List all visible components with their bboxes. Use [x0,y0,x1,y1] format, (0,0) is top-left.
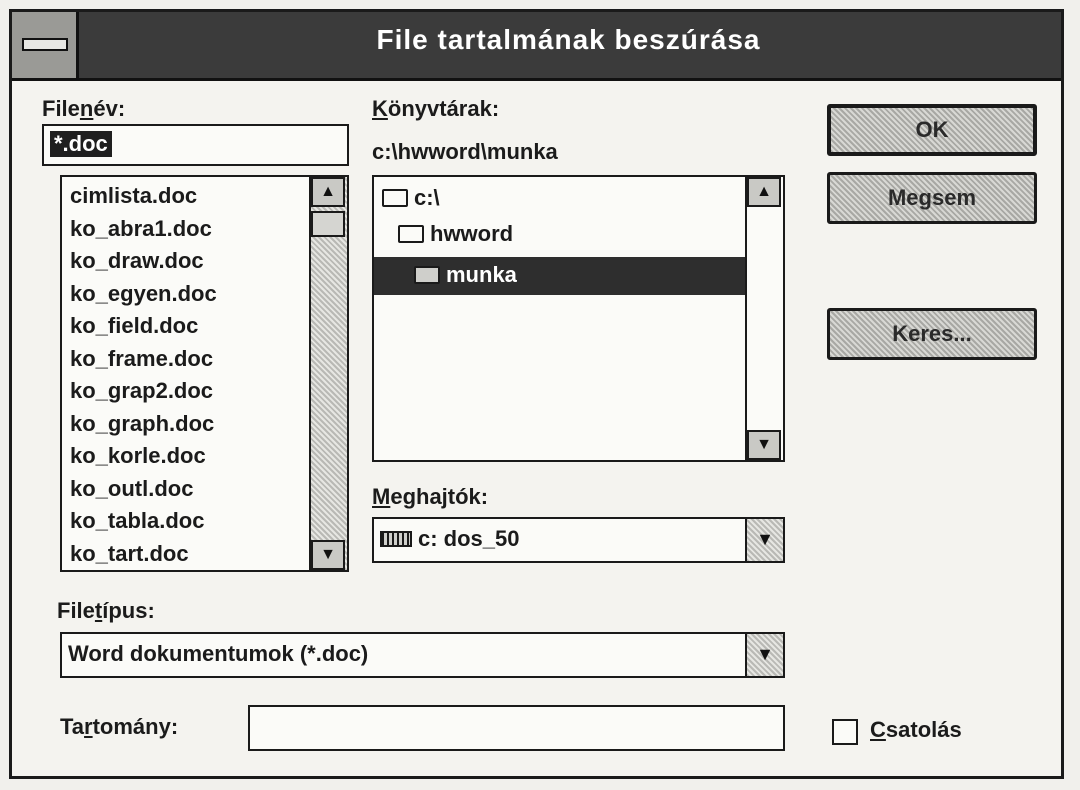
link-label: Csatolás [870,717,962,742]
scroll-up-arrow-icon[interactable]: ▲ [311,177,345,207]
dropdown-arrow-icon[interactable]: ▼ [745,634,783,676]
file-list-item[interactable]: ko_field.doc [70,313,198,339]
file-list-item[interactable]: cimlista.doc [70,183,197,209]
filetype-value: Word dokumentumok (*.doc) [68,641,369,666]
system-menu-icon[interactable] [12,12,79,78]
scroll-down-arrow-icon[interactable]: ▼ [311,540,345,570]
directories-label: Könyvtárak: [372,96,500,121]
directory-item-root[interactable]: c:\ [382,185,440,211]
directory-item-munka[interactable]: munka [374,257,747,295]
directory-list-scrollbar[interactable]: ▲ ▼ [745,177,783,460]
filename-input-value: *.doc [50,131,112,157]
title-bar[interactable]: File tartalmának beszúrása [12,12,1061,81]
directory-list[interactable]: c:\ hwword munka ▲ ▼ [372,175,785,462]
filetype-dropdown[interactable]: Word dokumentumok (*.doc) ▼ [60,632,785,678]
open-folder-icon [382,189,408,207]
dialog-title: File tartalmának beszúrása [376,24,761,55]
filename-label: Filenév: [42,96,126,121]
file-list-item[interactable]: ko_korle.doc [70,443,206,469]
open-folder-icon [414,266,440,284]
file-list-item[interactable]: ko_graph.doc [70,411,214,437]
file-list-item[interactable]: ko_grap2.doc [70,378,213,404]
filename-input[interactable]: *.doc [42,124,349,166]
file-list-item[interactable]: ko_outl.doc [70,476,193,502]
range-input[interactable] [248,705,785,751]
directory-item-hwword[interactable]: hwword [398,221,513,247]
file-list-item[interactable]: ko_frame.doc [70,346,213,372]
scroll-thumb[interactable] [311,211,345,237]
file-list-item[interactable]: ko_draw.doc [70,248,204,274]
drives-label: Meghajtók: [372,484,489,509]
link-checkbox[interactable] [832,719,858,745]
scroll-up-arrow-icon[interactable]: ▲ [747,177,781,207]
range-label: Tartomány: [60,714,179,739]
filetype-label: Filetípus: [57,598,155,623]
file-list-scrollbar[interactable]: ▲ ▼ [309,177,347,570]
cancel-button[interactable]: Megsem [827,172,1037,224]
file-list-item[interactable]: ko_abra1.doc [70,216,212,242]
file-list-item[interactable]: ko_tabla.doc [70,508,204,534]
insert-file-dialog: File tartalmának beszúrása Filenév: *.do… [9,9,1064,779]
open-folder-icon [398,225,424,243]
current-path: c:\hwword\munka [372,139,558,164]
find-button[interactable]: Keres... [827,308,1037,360]
ok-button[interactable]: OK [827,104,1037,156]
scroll-down-arrow-icon[interactable]: ▼ [747,430,781,460]
drives-value: c: dos_50 [418,526,520,551]
dropdown-arrow-icon[interactable]: ▼ [745,519,783,561]
file-list[interactable]: ▲ ▼ cimlista.doc ko_abra1.doc ko_draw.dock… [60,175,349,572]
file-list-item[interactable]: ko_egyen.doc [70,281,217,307]
hard-drive-icon [380,531,412,547]
file-list-item[interactable]: ko_tart.doc [70,541,189,567]
drives-dropdown[interactable]: c: dos_50 ▼ [372,517,785,563]
